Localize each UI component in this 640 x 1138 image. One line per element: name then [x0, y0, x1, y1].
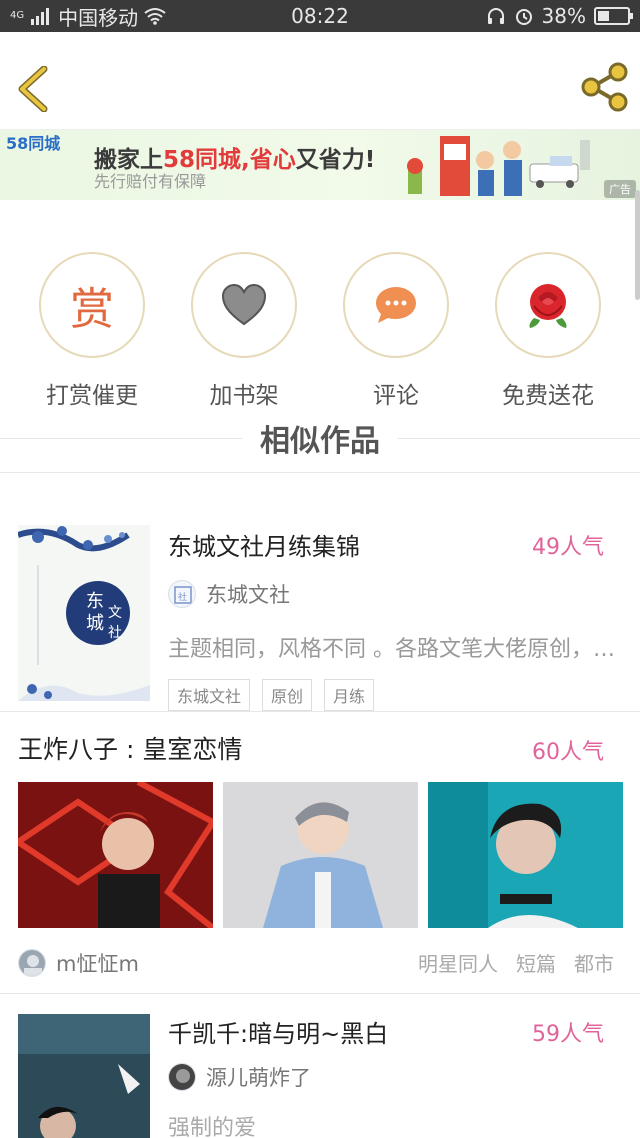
photo-strip	[18, 782, 623, 928]
ad-subline: 先行赔付有保障	[94, 172, 207, 191]
tag[interactable]: 月练	[324, 679, 375, 711]
svg-text:文: 文	[108, 605, 122, 621]
comment-label: 评论	[373, 383, 419, 409]
comment-button[interactable]	[343, 252, 449, 358]
similar-works-heading: 相似作品	[0, 416, 640, 472]
popularity-count: 60人气	[532, 740, 604, 765]
back-chevron-icon[interactable]	[16, 66, 52, 112]
genre-tag[interactable]: 明星同人	[418, 948, 498, 977]
action-row: 赏 打赏催更 加书架 评论 免费送花	[0, 200, 640, 428]
send-flower-button[interactable]	[495, 252, 601, 358]
author-row[interactable]: 社 东城文社	[168, 579, 290, 609]
section-title: 相似作品	[242, 424, 398, 459]
svg-text:城: 城	[86, 613, 104, 634]
author-name: 东城文社	[206, 583, 290, 607]
cover-photo[interactable]	[223, 782, 418, 928]
tag-list: 东城文社 原创 月练	[168, 679, 375, 711]
avatar	[18, 949, 46, 977]
tag[interactable]: 东城文社	[168, 679, 251, 711]
add-bookshelf-label: 加书架	[209, 383, 279, 409]
send-flower-label: 免费送花	[502, 383, 594, 409]
genre-tag[interactable]: 短篇	[516, 948, 556, 977]
share-icon[interactable]	[580, 62, 630, 112]
moving-illustration	[407, 136, 590, 196]
book-cover	[18, 1014, 150, 1138]
cover-photo[interactable]	[18, 782, 213, 928]
work-title[interactable]: 东城文社月练集锦	[168, 527, 360, 562]
add-bookshelf-action[interactable]: 加书架	[179, 252, 309, 428]
reward-label: 打赏催更	[46, 383, 138, 409]
author-row[interactable]: 源儿萌炸了	[168, 1062, 311, 1092]
list-item[interactable]: 王炸八子 : 皇室恋情 60人气 m怔怔m 明星同人 短篇 都市	[0, 712, 640, 994]
work-description: 强制的爱	[168, 1116, 257, 1138]
work-title[interactable]: 千凯千:暗与明~黑白	[168, 1014, 388, 1049]
tag[interactable]: 原创	[262, 679, 313, 711]
comment-bubble-icon	[376, 287, 416, 323]
top-nav-bar	[0, 32, 640, 130]
svg-text:社: 社	[178, 591, 187, 603]
rose-icon	[529, 284, 567, 328]
avatar: 社	[168, 580, 196, 608]
comment-action[interactable]: 评论	[331, 252, 461, 428]
book-cover: 东 城 文 社	[18, 525, 150, 701]
popularity-count: 49人气	[532, 535, 604, 560]
ad-label: 广告	[604, 180, 636, 198]
list-item[interactable]: 东 城 文 社 东城文社月练集锦 49人气 社 东城文社 主题相同，风格不同 。…	[0, 472, 640, 712]
list-item[interactable]: 千凯千:暗与明~黑白 59人气 源儿萌炸了 强制的爱	[0, 994, 640, 1138]
author-row[interactable]: m怔怔m	[18, 948, 139, 978]
battery-percent: 38%	[541, 4, 586, 28]
svg-text:社: 社	[108, 625, 122, 641]
ad-logo: 58同城	[6, 134, 61, 153]
alarm-icon	[515, 9, 532, 25]
send-flower-action[interactable]: 免费送花	[483, 252, 613, 428]
battery-icon	[594, 7, 633, 25]
ad-banner[interactable]: 58同城 搬家上58同城,省心又省力! 先行赔付有保障 广告	[0, 130, 640, 200]
author-name: 源儿萌炸了	[206, 1066, 311, 1090]
reward-button[interactable]: 赏	[39, 252, 145, 358]
signal-icon	[31, 8, 50, 25]
carrier-name: 中国移动	[58, 5, 139, 30]
scrollbar[interactable]	[635, 190, 640, 300]
network-type: 4G	[10, 10, 25, 21]
popularity-count: 59人气	[532, 1022, 604, 1047]
headphone-icon	[487, 8, 504, 24]
cover-photo[interactable]	[428, 782, 623, 928]
reward-icon: 赏	[70, 284, 114, 335]
heart-icon	[221, 284, 267, 326]
work-description: 主题相同，风格不同 。各路文笔大佬原创，欢迎阅读	[168, 637, 618, 662]
author-name: m怔怔m	[56, 952, 139, 976]
avatar	[168, 1063, 196, 1091]
svg-text:东: 东	[86, 591, 104, 612]
work-title[interactable]: 王炸八子 : 皇室恋情	[18, 730, 242, 766]
genre-tag[interactable]: 都市	[574, 948, 614, 977]
reward-action[interactable]: 赏 打赏催更	[27, 252, 157, 428]
add-bookshelf-button[interactable]	[191, 252, 297, 358]
wifi-icon	[144, 8, 166, 25]
status-bar: 4G 中国移动 08:22 38%	[0, 0, 640, 32]
genre-list: 明星同人 短篇 都市	[418, 948, 614, 977]
